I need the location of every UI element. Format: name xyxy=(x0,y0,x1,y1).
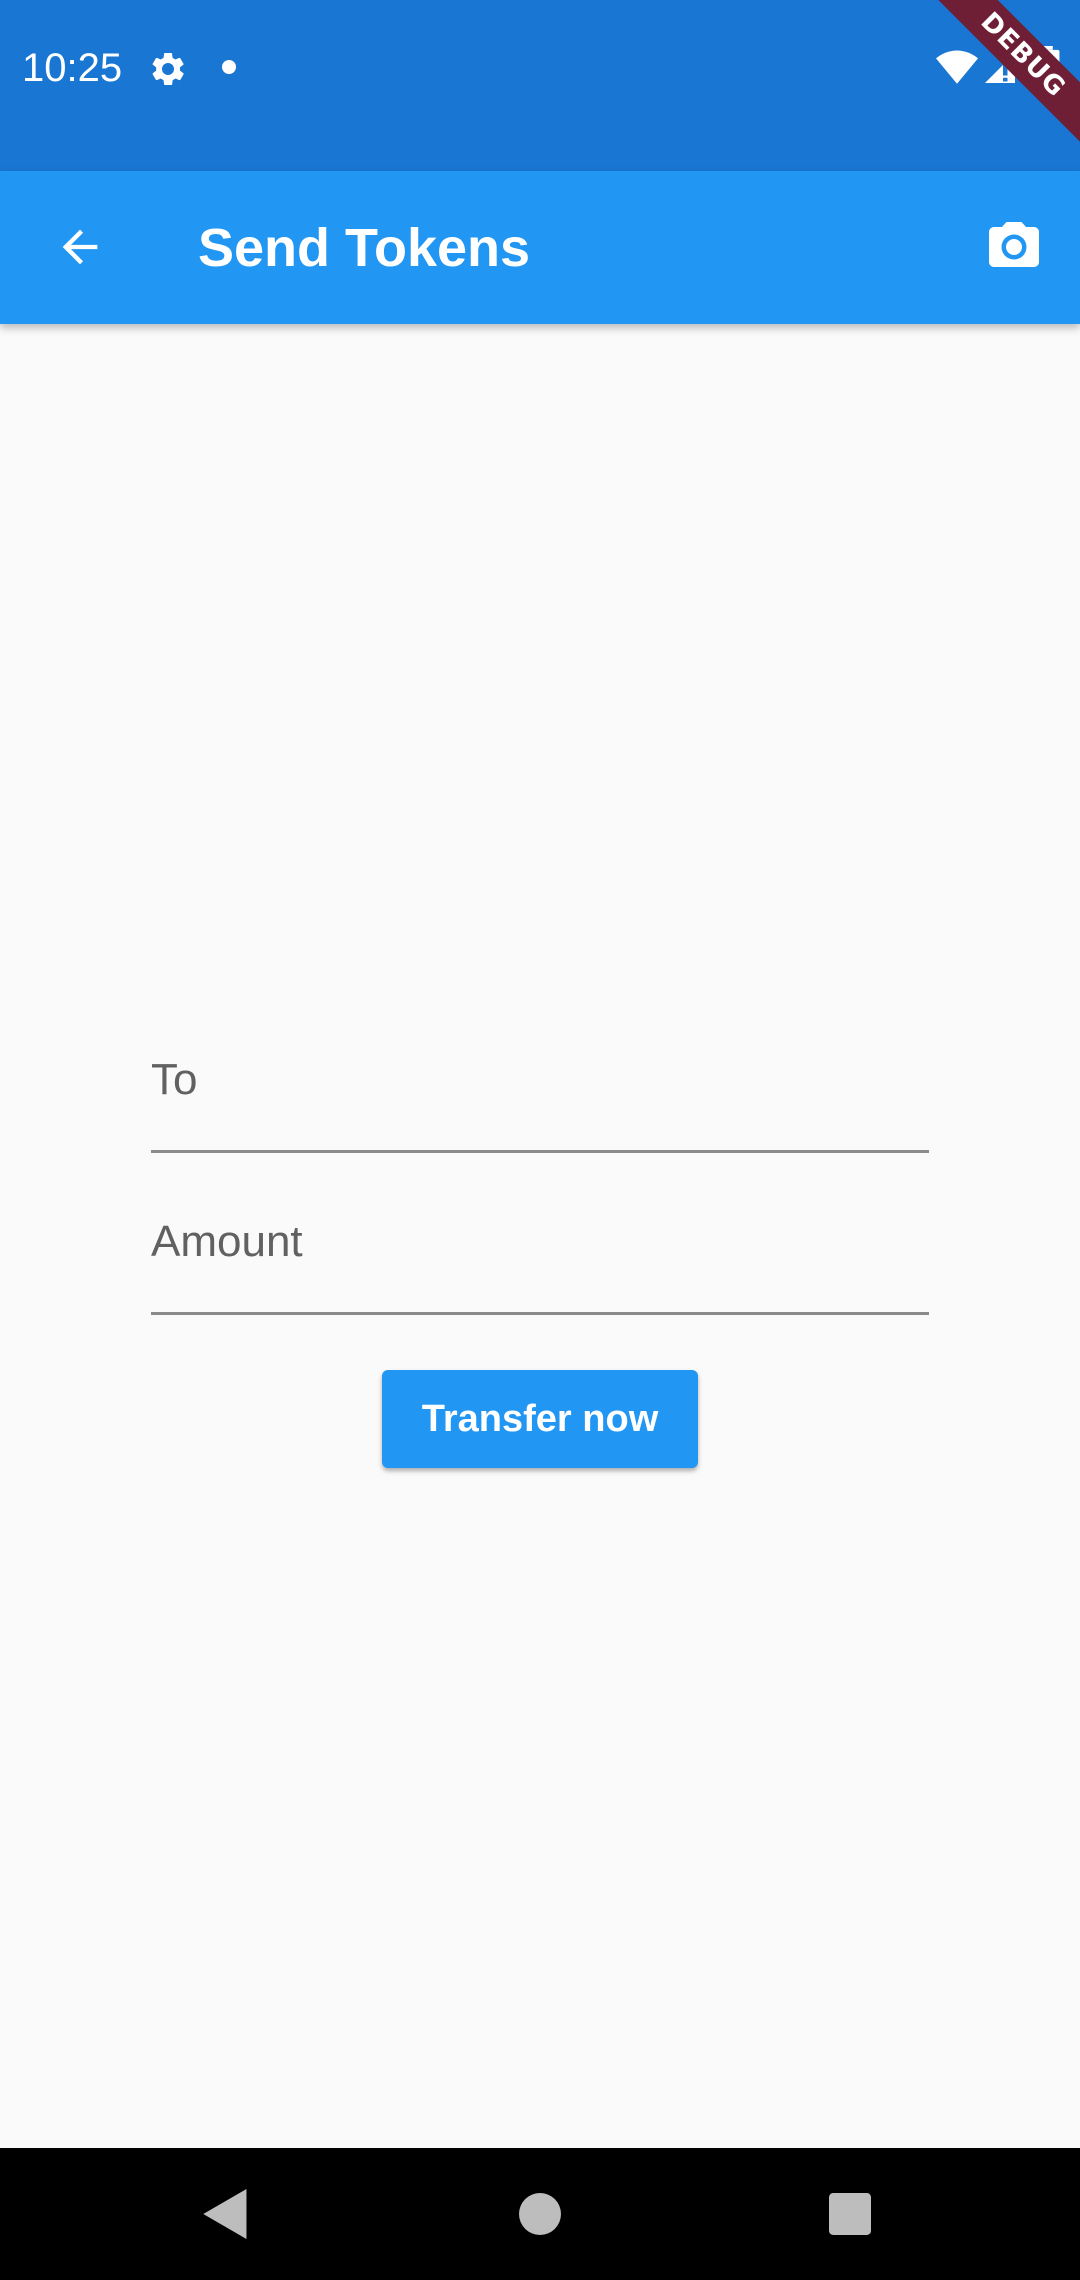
nav-recents-icon xyxy=(829,2193,871,2235)
transfer-now-button[interactable]: Transfer now xyxy=(382,1370,698,1468)
back-button[interactable] xyxy=(40,207,120,287)
nav-home-button[interactable] xyxy=(504,2178,576,2250)
system-nav-bar xyxy=(0,2148,1080,2280)
status-time: 10:25 xyxy=(22,46,123,90)
to-field[interactable]: To xyxy=(151,1040,929,1153)
status-bar: 10:25 xyxy=(0,0,1080,171)
nav-home-icon xyxy=(519,2193,561,2235)
wifi-icon xyxy=(936,50,978,84)
camera-button[interactable] xyxy=(974,207,1054,287)
to-input[interactable] xyxy=(151,1040,929,1150)
arrow-back-icon xyxy=(62,229,98,265)
amount-input[interactable] xyxy=(151,1202,929,1312)
nav-recents-button[interactable] xyxy=(814,2178,886,2250)
nav-back-button[interactable] xyxy=(190,2178,262,2250)
page-title: Send Tokens xyxy=(198,218,531,278)
gear-icon xyxy=(152,53,184,85)
app-bar: Send Tokens xyxy=(0,171,1080,324)
notification-dot-icon xyxy=(222,60,236,74)
nav-back-icon xyxy=(203,2189,247,2239)
camera-icon xyxy=(989,222,1039,267)
amount-field[interactable]: Amount xyxy=(151,1202,929,1315)
send-tokens-screen: 10:25 DEBUG Send Tokens To Amount Transf… xyxy=(0,0,1080,2280)
